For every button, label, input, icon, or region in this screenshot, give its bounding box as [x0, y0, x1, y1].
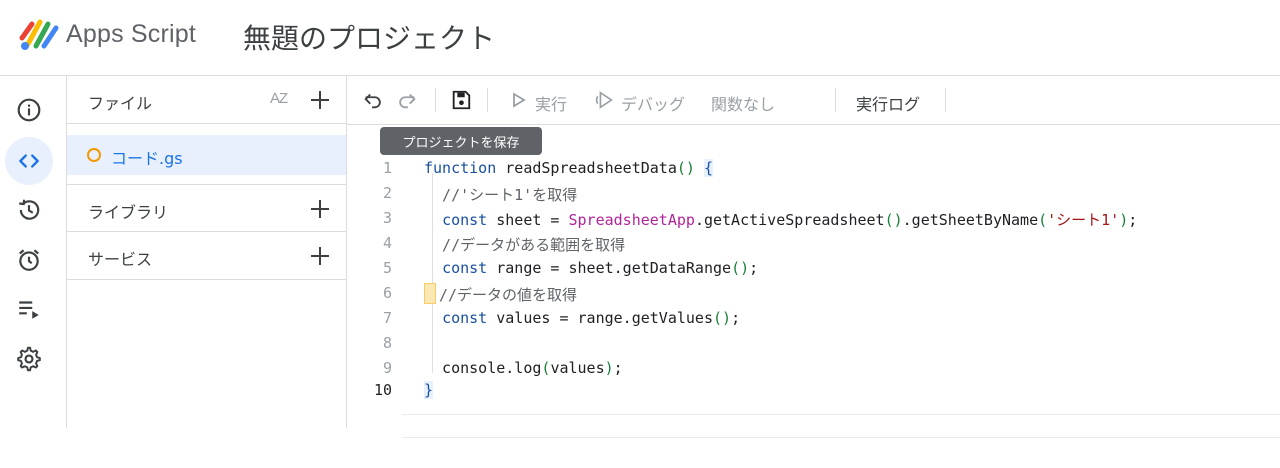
undo-icon[interactable] — [362, 89, 384, 111]
triggers-button[interactable] — [5, 236, 53, 284]
code-line-2: 2 //'シート1'を取得 — [347, 181, 1280, 206]
redo-icon[interactable] — [396, 89, 418, 111]
files-section-header: ファイル AZ — [67, 76, 346, 124]
history-icon — [19, 199, 40, 220]
unsaved-dot-icon — [87, 148, 101, 162]
project-title[interactable]: 無題のプロジェクト — [243, 17, 495, 57]
add-file-icon[interactable] — [308, 88, 332, 112]
executions-icon — [19, 301, 39, 319]
project-history-button[interactable] — [5, 186, 53, 234]
top-bar: Apps Script 無題のプロジェクト — [0, 0, 1280, 76]
settings-gear-icon — [17, 346, 41, 372]
code-line-10: 10 } — [347, 378, 1280, 438]
line-number: 4 — [382, 234, 392, 252]
save-tooltip: プロジェクトを保存 — [380, 127, 542, 155]
code-line-7: 7 const values = range.getValues(); — [347, 306, 1280, 331]
code-editor[interactable]: 1 function readSpreadsheetData() { 2 //'… — [347, 125, 1280, 438]
debug-button[interactable]: デバッグ — [621, 91, 685, 115]
libraries-section-header: ライブラリ — [67, 184, 346, 232]
execution-log-button[interactable]: 実行ログ — [856, 91, 920, 115]
libraries-label: ライブラリ — [88, 203, 169, 222]
line-number: 1 — [382, 159, 392, 177]
left-nav-rail — [0, 76, 67, 428]
toolbar-divider — [487, 88, 488, 112]
line-number: 2 — [382, 184, 392, 202]
overview-button[interactable] — [5, 86, 53, 134]
toolbar-divider — [945, 88, 946, 112]
code-icon — [19, 154, 39, 168]
app-name: Apps Script — [66, 20, 197, 48]
code-text: } — [424, 381, 434, 399]
services-section-header: サービス — [67, 232, 346, 280]
code-text: console.log(values); — [424, 359, 623, 377]
code-text: function readSpreadsheetData() { — [424, 159, 713, 177]
add-library-icon[interactable] — [308, 197, 332, 221]
code-line-8: 8 — [347, 331, 1280, 356]
file-item-code-gs[interactable]: コード.gs — [67, 135, 346, 175]
line-number: 9 — [382, 359, 392, 377]
line-number: 5 — [382, 259, 392, 277]
files-panel: ファイル AZ コード.gs ライブラリ サービス — [67, 76, 347, 428]
function-select[interactable]: 関数なし — [711, 91, 775, 115]
executions-button[interactable] — [5, 285, 53, 333]
toolbar-divider — [835, 88, 836, 112]
line-number: 3 — [382, 209, 392, 227]
line-number: 6 — [382, 284, 392, 302]
project-settings-button[interactable] — [5, 335, 53, 383]
code-text: const range = sheet.getDataRange(); — [442, 259, 759, 277]
services-label: サービス — [88, 250, 153, 269]
run-play-icon[interactable] — [511, 89, 527, 111]
add-service-icon[interactable] — [308, 244, 332, 268]
edit-marker — [424, 283, 436, 304]
line-number: 8 — [382, 334, 392, 352]
apps-script-logo-icon — [19, 19, 59, 50]
code-line-6: 6 //データの値を取得 — [347, 281, 1280, 306]
toolbar-divider — [435, 88, 436, 112]
code-line-5: 5 const range = sheet.getDataRange(); — [347, 256, 1280, 281]
debug-icon[interactable] — [594, 89, 616, 111]
code-line-3: 3 const sheet = SpreadsheetApp.getActive… — [347, 206, 1280, 231]
code-line-1: 1 function readSpreadsheetData() { — [347, 156, 1280, 181]
sort-az-icon[interactable]: AZ — [270, 90, 288, 107]
editor-button[interactable] — [5, 137, 53, 185]
editor-toolbar: 実行 デバッグ 関数なし 実行ログ — [347, 76, 1280, 125]
code-text: //データの値を取得 — [439, 286, 578, 304]
file-name: コード.gs — [111, 149, 183, 168]
alarm-trigger-icon — [19, 249, 39, 271]
current-line-highlight — [402, 414, 1280, 438]
code-text: const values = range.getValues(); — [442, 309, 741, 327]
line-number: 10 — [373, 381, 392, 399]
info-icon — [17, 98, 41, 122]
code-text: //データがある範囲を取得 — [424, 236, 626, 254]
line-number: 7 — [382, 309, 392, 327]
save-icon[interactable] — [450, 89, 472, 111]
run-button[interactable]: 実行 — [535, 91, 567, 115]
files-label: ファイル — [88, 94, 153, 113]
code-text: //'シート1'を取得 — [424, 186, 578, 204]
code-line-4: 4 //データがある範囲を取得 — [347, 231, 1280, 256]
code-text: const sheet = SpreadsheetApp.getActiveSp… — [442, 211, 1138, 229]
